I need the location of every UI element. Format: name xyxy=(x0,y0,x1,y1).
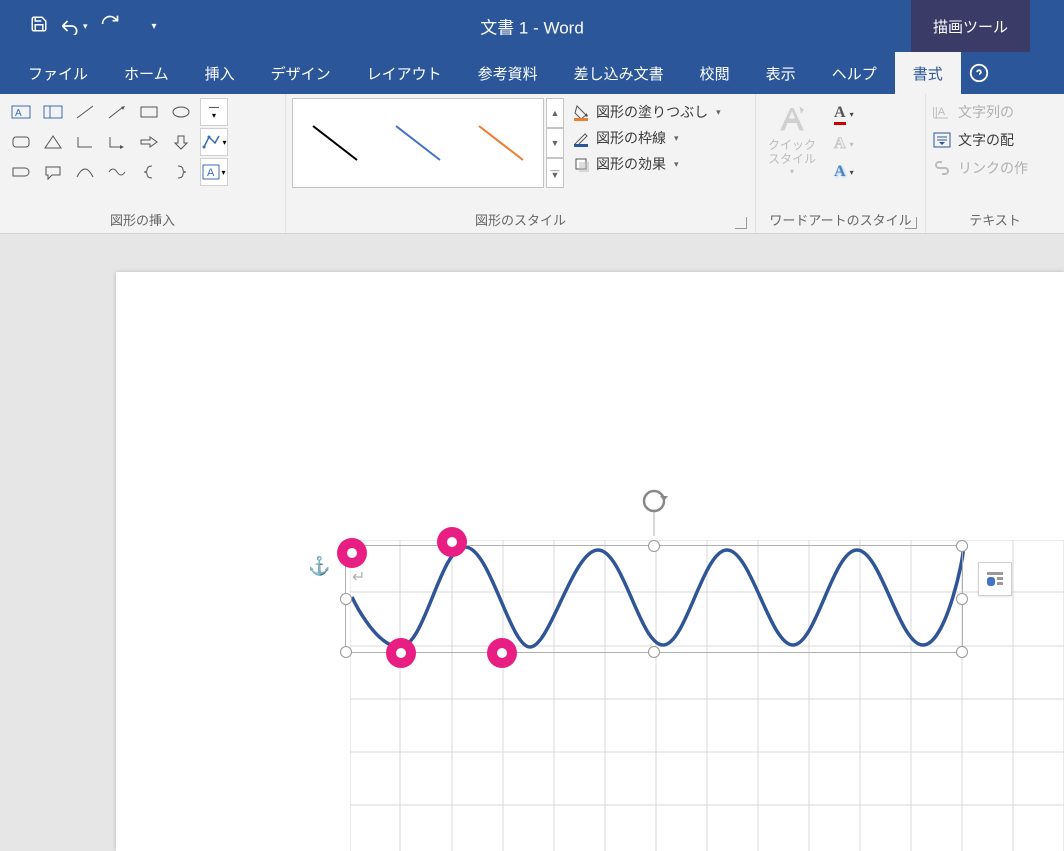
wordart-styles-launcher[interactable] xyxy=(905,217,917,229)
draw-textbox-button[interactable]: A▾ xyxy=(200,158,228,186)
gallery-up-button[interactable]: ▲ xyxy=(546,98,564,128)
shape-outline-button[interactable]: 図形の枠線▾ xyxy=(572,128,721,148)
shape-fill-button[interactable]: 図形の塗りつぶし▾ xyxy=(572,102,721,122)
shape-wave[interactable] xyxy=(102,158,132,186)
document-area[interactable]: ⚓ ↵ xyxy=(0,234,1064,851)
quick-styles-button: クイック スタイル ▾ xyxy=(762,102,822,176)
edit-point-2[interactable] xyxy=(437,527,467,557)
shape-callout[interactable] xyxy=(38,158,68,186)
shape-style-gallery[interactable] xyxy=(292,98,544,188)
gallery-down-button[interactable]: ▼ xyxy=(546,128,564,158)
rotate-handle[interactable] xyxy=(639,488,669,518)
shape-line[interactable] xyxy=(70,98,100,126)
selection-box xyxy=(345,545,963,653)
shape-textbox-vertical[interactable] xyxy=(38,98,68,126)
tab-design[interactable]: デザイン xyxy=(253,52,349,94)
tab-mailmerge[interactable]: 差し込み文書 xyxy=(556,52,682,94)
shape-oval[interactable] xyxy=(166,98,196,126)
title-bar: ▾ ▾ 文書 1 - Word 描画ツール xyxy=(0,0,1064,52)
shape-styles-launcher[interactable] xyxy=(735,217,747,229)
tab-help[interactable]: ヘルプ xyxy=(814,52,895,94)
shape-rounded-rect[interactable] xyxy=(6,128,36,156)
customize-qat-icon[interactable]: ▾ xyxy=(152,21,157,32)
handle-s[interactable] xyxy=(648,646,660,658)
shape-arrow-down[interactable] xyxy=(166,128,196,156)
create-link-button: リンクの作 xyxy=(932,158,1058,178)
contextual-tab-drawing-tools: 描画ツール xyxy=(911,0,1030,52)
tell-me-icon[interactable] xyxy=(961,52,997,94)
page[interactable]: ⚓ ↵ xyxy=(116,272,1064,851)
text-effects-button[interactable]: A▾ xyxy=(834,163,854,181)
edit-shape-button[interactable]: ▾ xyxy=(200,128,228,156)
undo-icon[interactable]: ▾ xyxy=(60,17,88,35)
text-fill-button[interactable]: A▾ xyxy=(834,104,854,125)
handle-sw[interactable] xyxy=(340,646,352,658)
handle-e[interactable] xyxy=(956,593,968,605)
layout-options-button[interactable] xyxy=(978,562,1012,596)
tab-home[interactable]: ホーム xyxy=(106,52,187,94)
group-label-text: テキスト xyxy=(932,206,1058,231)
handle-se[interactable] xyxy=(956,646,968,658)
svg-text:A: A xyxy=(207,167,215,179)
shape-effects-button[interactable]: 図形の効果▾ xyxy=(572,154,721,174)
shape-lconnector-arrow[interactable] xyxy=(102,128,132,156)
handle-n[interactable] xyxy=(648,540,660,552)
paragraph-mark: ↵ xyxy=(352,567,365,587)
window-title: 文書 1 - Word xyxy=(480,14,584,39)
group-label-shape-styles: 図形のスタイル xyxy=(292,206,749,231)
tab-review[interactable]: 校閲 xyxy=(682,52,748,94)
redo-icon[interactable] xyxy=(100,14,120,39)
shape-triangle[interactable] xyxy=(38,128,68,156)
handle-ne[interactable] xyxy=(956,540,968,552)
svg-text:||A: ||A xyxy=(932,106,946,118)
align-text-button[interactable]: 文字の配 xyxy=(932,130,1058,150)
tab-format[interactable]: 書式 xyxy=(895,52,961,94)
shape-textbox[interactable]: A xyxy=(6,98,36,126)
edit-point-1[interactable] xyxy=(337,538,367,568)
shape-arrow-line[interactable] xyxy=(102,98,132,126)
tab-insert[interactable]: 挿入 xyxy=(187,52,253,94)
tab-file[interactable]: ファイル xyxy=(10,52,106,94)
shape-rectangle[interactable] xyxy=(134,98,164,126)
shape-arrow-right[interactable] xyxy=(134,128,164,156)
tab-layout[interactable]: レイアウト xyxy=(349,52,460,94)
group-label-wordart-styles: ワードアートのスタイル xyxy=(762,206,919,231)
anchor-icon: ⚓ xyxy=(308,556,330,577)
save-icon[interactable] xyxy=(30,15,48,38)
group-label-insert-shapes: 図形の挿入 xyxy=(6,206,279,231)
shape-curve[interactable] xyxy=(70,158,100,186)
ribbon-tabs: ファイル ホーム 挿入 デザイン レイアウト 参考資料 差し込み文書 校閲 表示… xyxy=(0,52,1064,94)
tab-view[interactable]: 表示 xyxy=(748,52,814,94)
shape-brace-left[interactable] xyxy=(134,158,164,186)
tab-references[interactable]: 参考資料 xyxy=(460,52,556,94)
shape-brace-right[interactable] xyxy=(166,158,196,186)
text-direction-button: ||A 文字列の xyxy=(932,102,1058,122)
text-outline-button: A▾ xyxy=(834,135,854,153)
edit-point-4[interactable] xyxy=(487,638,517,668)
shapes-gallery[interactable]: A xyxy=(6,98,196,186)
shapes-more-button[interactable]: —▾ xyxy=(200,98,228,126)
shape-flowchart[interactable] xyxy=(6,158,36,186)
gallery-more-button[interactable]: —▼ xyxy=(546,158,564,188)
shape-lconnector[interactable] xyxy=(70,128,100,156)
handle-w[interactable] xyxy=(340,593,352,605)
svg-text:A: A xyxy=(15,108,22,119)
ribbon: A —▾ xyxy=(0,94,1064,234)
edit-point-3[interactable] xyxy=(386,638,416,668)
